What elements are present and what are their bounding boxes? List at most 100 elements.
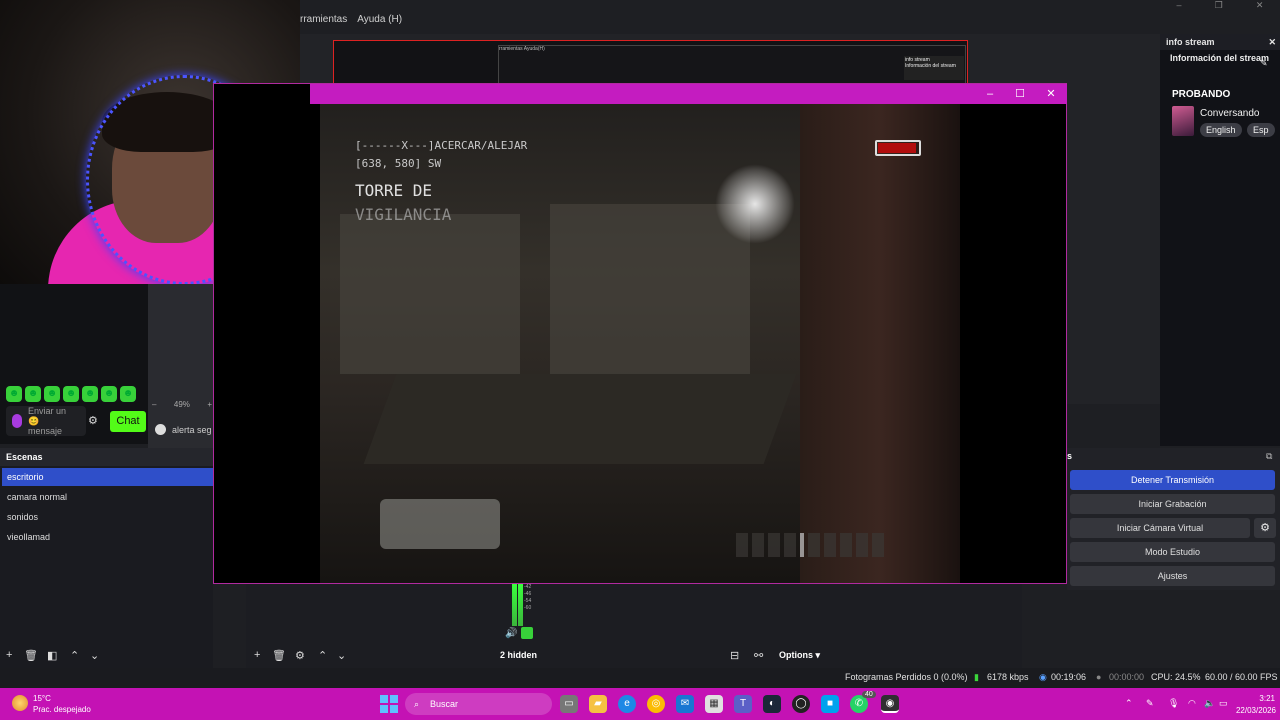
- headphones-icon[interactable]: [521, 627, 533, 639]
- language-tag: Esp: [1247, 123, 1275, 137]
- meter-label: -54: [524, 598, 532, 604]
- studio-mode-button[interactable]: Modo Estudio: [1070, 542, 1275, 562]
- kick-emote-icon[interactable]: ☻: [101, 386, 117, 402]
- nested-dock-text: Información del stream: [905, 63, 956, 69]
- move-down-icon[interactable]: ⌄: [337, 649, 346, 662]
- volume-icon[interactable]: 🔊: [505, 628, 517, 639]
- start-recording-button[interactable]: Iniciar Grabación: [1070, 494, 1275, 514]
- close-icon[interactable]: ✕: [1268, 34, 1276, 50]
- alert-icon: [155, 424, 166, 435]
- trash-icon[interactable]: 🗑: [272, 649, 286, 662]
- volume-icon[interactable]: 🔈: [1204, 698, 1215, 709]
- desktop: rramientas Ayuda(H) info stream Informac…: [0, 0, 1280, 720]
- microphone-icon[interactable]: 🎙: [1168, 698, 1179, 709]
- edit-icon[interactable]: ✎: [1260, 58, 1268, 69]
- move-down-icon[interactable]: ⌄: [90, 649, 99, 662]
- category-name: Conversando: [1200, 108, 1260, 119]
- bitrate: 6178 kbps: [987, 672, 1029, 682]
- game-titlebar[interactable]: [310, 84, 1067, 104]
- options-label: Options: [779, 650, 813, 660]
- options-dropdown[interactable]: Options ▾: [779, 650, 820, 661]
- steam-icon[interactable]: ◐: [763, 695, 781, 713]
- obs-window-controls: – ❐ ✕: [1160, 0, 1280, 14]
- weather-icon[interactable]: [12, 695, 28, 711]
- filter-icon[interactable]: ◧: [47, 649, 57, 662]
- add-scene-icon[interactable]: +: [6, 649, 12, 661]
- move-up-icon[interactable]: ⌃: [318, 649, 327, 662]
- maximize-icon[interactable]: ☐: [1010, 86, 1030, 102]
- weather-desc[interactable]: Prac. despejado: [33, 705, 91, 714]
- undock-icon[interactable]: ⧉: [1266, 451, 1272, 462]
- fps: 60.00 / 60.00 FPS: [1205, 672, 1278, 682]
- edge-icon[interactable]: e: [618, 695, 636, 713]
- kick-emote-icon[interactable]: ☻: [6, 386, 22, 402]
- add-source-icon[interactable]: +: [254, 649, 260, 661]
- close-icon[interactable]: ✕: [1256, 0, 1264, 14]
- menu-tools[interactable]: rramientas: [300, 14, 347, 34]
- signal-segment: [768, 533, 780, 557]
- search-icon: ⌕: [414, 699, 420, 709]
- obs-icon[interactable]: ◉: [881, 695, 899, 713]
- gear-icon[interactable]: ⚙: [295, 649, 305, 662]
- file-explorer-icon[interactable]: ▰: [589, 695, 607, 713]
- kick-emote-icon[interactable]: ☻: [82, 386, 98, 402]
- meter-label: -60: [524, 605, 532, 611]
- chat-input[interactable]: Enviar un 😊 mensaje: [6, 406, 86, 436]
- taskbar: [0, 688, 1280, 720]
- scene-item[interactable]: sonidos: [2, 508, 213, 526]
- task-view-icon[interactable]: ▭: [560, 695, 578, 713]
- scenes-title: Escenas: [0, 448, 213, 466]
- maximize-icon[interactable]: ❐: [1215, 0, 1223, 14]
- stop-stream-button[interactable]: Detener Transmisión: [1070, 470, 1275, 490]
- clock-date[interactable]: 22/03/2026: [1226, 706, 1276, 715]
- controls-title-fragment: s: [1067, 451, 1073, 461]
- kick-emote-icon[interactable]: ☻: [63, 386, 79, 402]
- hidden-sources-label[interactable]: 2 hidden: [500, 650, 537, 660]
- microphone-icon[interactable]: [12, 414, 22, 428]
- kick-emote-icon[interactable]: ☻: [120, 386, 136, 402]
- move-up-icon[interactable]: ⌃: [70, 649, 79, 662]
- wifi-icon[interactable]: ◠: [1188, 698, 1196, 709]
- zoom-in-button[interactable]: +: [207, 400, 212, 412]
- close-icon[interactable]: ✕: [1041, 86, 1061, 102]
- taskbar-search[interactable]: Buscar: [405, 693, 552, 715]
- link-icon[interactable]: ⚯: [754, 649, 763, 662]
- chevron-up-icon[interactable]: ⌃: [1125, 698, 1133, 709]
- scene-item[interactable]: vieollamad: [2, 528, 213, 546]
- chat-send-button[interactable]: Chat: [110, 411, 146, 432]
- curtain: [800, 104, 960, 583]
- pen-icon[interactable]: ✎: [1146, 698, 1154, 709]
- minimize-icon[interactable]: –: [980, 86, 1000, 102]
- menu-help[interactable]: Ayuda (H): [357, 14, 402, 34]
- scene-item[interactable]: camara normal: [2, 488, 213, 506]
- github-icon[interactable]: ◯: [792, 695, 810, 713]
- zoom-value: 49%: [173, 400, 190, 409]
- kick-emote-icon[interactable]: ☻: [25, 386, 41, 402]
- settings-button[interactable]: Ajustes: [1070, 566, 1275, 586]
- kick-emote-icon[interactable]: ☻: [44, 386, 60, 402]
- teams-icon[interactable]: T: [734, 695, 752, 713]
- mail-icon[interactable]: ✉: [676, 695, 694, 713]
- virtual-camera-button[interactable]: Iniciar Cámara Virtual: [1070, 518, 1250, 538]
- nested-preview-screenshot: rramientas Ayuda(H): [498, 45, 966, 85]
- store-icon[interactable]: ▦: [705, 695, 723, 713]
- minimize-icon[interactable]: –: [1177, 0, 1182, 14]
- meter-scale: -42 -46 -54 -60: [524, 584, 531, 612]
- trash-icon[interactable]: 🗑: [24, 649, 38, 662]
- app-icon[interactable]: ■: [821, 695, 839, 713]
- gear-icon[interactable]: ⚙: [88, 414, 98, 427]
- transitions-dock: [836, 584, 1022, 668]
- zoom-out-button[interactable]: –: [152, 400, 156, 412]
- nested-info-dock: info stream Información del stream: [904, 56, 964, 80]
- game-viewport[interactable]: [320, 104, 960, 583]
- clock-time[interactable]: 3:21: [1245, 694, 1275, 703]
- stream-icon: ◉: [1039, 672, 1047, 682]
- layout-icon[interactable]: ⊟: [730, 649, 739, 662]
- windows-start-icon[interactable]: [380, 695, 398, 713]
- chrome-icon[interactable]: ◎: [647, 695, 665, 713]
- scene-item[interactable]: escritorio: [2, 468, 213, 486]
- weather-temp[interactable]: 15°C: [33, 694, 51, 703]
- gear-icon[interactable]: ⚙: [1254, 518, 1276, 538]
- signal-segment: [752, 533, 764, 557]
- table: [363, 374, 797, 464]
